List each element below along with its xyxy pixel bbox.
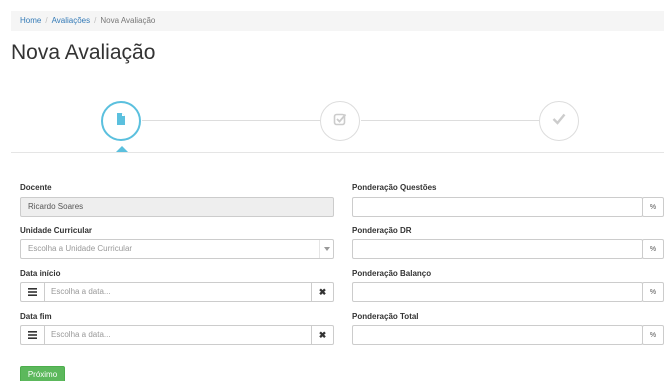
wizard-divider: [11, 152, 664, 153]
chevron-down-icon: [319, 240, 333, 258]
file-icon: [115, 112, 127, 131]
data-inicio-placeholder: Escolha a data...: [51, 287, 111, 296]
ponderacao-total-label: Ponderação Total: [352, 312, 419, 321]
ponderacao-balanco-label: Ponderação Balanço: [352, 269, 432, 278]
data-fim-placeholder: Escolha a data...: [51, 330, 111, 339]
data-inicio-input[interactable]: Escolha a data...: [44, 282, 312, 302]
docente-value: Ricardo Soares: [28, 202, 84, 211]
docente-field: Ricardo Soares: [20, 197, 334, 217]
percent-addon: %: [642, 197, 664, 217]
check-square-icon: [333, 112, 347, 131]
data-fim-label: Data fim: [20, 312, 52, 321]
percent-addon: %: [642, 239, 664, 259]
close-icon: ✖: [318, 329, 327, 340]
calendar-icon[interactable]: [20, 325, 44, 345]
wizard-step-2[interactable]: [320, 101, 360, 141]
unidade-curricular-placeholder: Escolha a Unidade Curricular: [28, 244, 133, 253]
percent-addon: %: [642, 325, 664, 345]
docente-label: Docente: [20, 183, 52, 192]
breadcrumb-avaliacoes-link[interactable]: Avaliações: [52, 16, 91, 25]
close-icon: ✖: [318, 286, 327, 297]
ponderacao-balanco-input[interactable]: [352, 282, 643, 302]
data-inicio-group: Escolha a data... ✖: [20, 282, 334, 302]
ponderacao-questoes-input[interactable]: [352, 197, 643, 217]
ponderacao-total-input[interactable]: [352, 325, 643, 345]
data-inicio-label: Data início: [20, 269, 61, 278]
percent-addon: %: [642, 282, 664, 302]
breadcrumb-home-link[interactable]: Home: [20, 16, 41, 25]
data-fim-input[interactable]: Escolha a data...: [44, 325, 312, 345]
breadcrumb-separator: /: [45, 16, 48, 25]
wizard-connector: [142, 120, 320, 121]
breadcrumb: Home / Avaliações / Nova Avaliação: [11, 11, 664, 31]
check-icon: [552, 112, 566, 130]
breadcrumb-separator: /: [94, 16, 97, 25]
ponderacao-dr-input[interactable]: [352, 239, 643, 259]
calendar-icon[interactable]: [20, 282, 44, 302]
ponderacao-dr-label: Ponderação DR: [352, 226, 412, 235]
data-fim-group: Escolha a data... ✖: [20, 325, 334, 345]
wizard-connector: [361, 120, 539, 121]
wizard-step-3[interactable]: [539, 101, 579, 141]
page-title: Nova Avaliação: [11, 41, 156, 64]
breadcrumb-current: Nova Avaliação: [100, 16, 156, 25]
unidade-curricular-label: Unidade Curricular: [20, 226, 93, 235]
data-fim-clear-button[interactable]: ✖: [312, 325, 334, 345]
next-button[interactable]: Próximo: [20, 366, 65, 381]
wizard-step-1[interactable]: [101, 101, 141, 141]
data-inicio-clear-button[interactable]: ✖: [312, 282, 334, 302]
unidade-curricular-select[interactable]: Escolha a Unidade Curricular: [20, 239, 334, 259]
ponderacao-questoes-label: Ponderação Questões: [352, 183, 437, 192]
